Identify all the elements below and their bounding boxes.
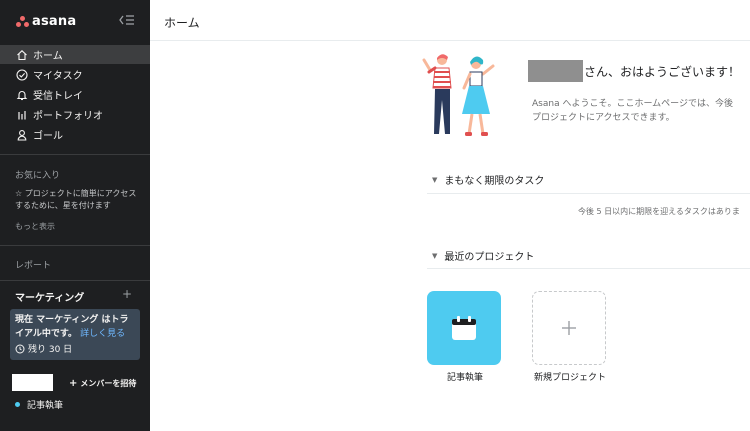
home-icon xyxy=(15,48,29,62)
collapse-sidebar-icon[interactable] xyxy=(118,12,136,28)
project-color-dot xyxy=(15,402,20,407)
new-project-tile[interactable] xyxy=(532,291,606,365)
bar-chart-icon xyxy=(15,108,29,122)
plus-icon xyxy=(560,319,578,341)
bell-icon xyxy=(15,88,29,102)
sidebar-item-label: ホーム xyxy=(33,51,63,62)
project-tile-label[interactable]: 記事執筆 xyxy=(447,370,483,383)
check-circle-icon xyxy=(15,68,29,82)
add-team-button[interactable]: + xyxy=(122,287,132,301)
plus-icon: + xyxy=(69,378,78,389)
sidebar-item-home[interactable]: ホーム xyxy=(0,45,150,64)
trial-banner: 現在 マーケティング はトライアル中です。 詳しく見る 残り 30 日 xyxy=(10,309,140,360)
upcoming-empty-message: 今後 5 日以内に期限を迎えるタスクはありま xyxy=(578,207,740,216)
redacted-username xyxy=(528,60,583,82)
recent-projects-title: 最近のプロジェクト xyxy=(444,252,535,263)
redacted-area xyxy=(12,374,53,391)
favorites-heading[interactable]: お気に入り xyxy=(15,168,60,181)
sidebar: asana ホーム マイタスク 受信トレイ ポートフォリオ ゴール お気に入り … xyxy=(0,0,150,431)
new-project-label[interactable]: 新規プロジェクト xyxy=(534,370,606,383)
welcome-message: Asana へようこそ。ここホームページでは、今後 プロジェクトにアクセスできま… xyxy=(532,97,733,125)
calendar-icon xyxy=(449,313,479,347)
welcome-illustration xyxy=(420,52,498,138)
sidebar-item-my-tasks[interactable]: マイタスク xyxy=(0,65,150,84)
upcoming-tasks-header[interactable]: ▼ まもなく期限のタスク xyxy=(432,172,545,188)
team-name[interactable]: マーケティング xyxy=(15,289,84,304)
sidebar-project-item[interactable]: 記事執筆 xyxy=(15,398,63,411)
project-tile[interactable] xyxy=(427,291,501,365)
sidebar-item-goals[interactable]: ゴール xyxy=(0,125,150,144)
invite-label: メンバーを招待 xyxy=(80,379,137,388)
clock-icon xyxy=(15,344,25,354)
welcome-line: Asana へようこそ。ここホームページでは、今後 xyxy=(532,99,733,109)
sidebar-item-inbox[interactable]: 受信トレイ xyxy=(0,85,150,104)
person-icon xyxy=(15,128,29,142)
trial-days-text: 残り 30 日 xyxy=(28,345,73,355)
invite-members-button[interactable]: + メンバーを招待 xyxy=(69,378,136,389)
favorites-hint: ☆ プロジェクトに簡単にアクセスするために、星を付けます xyxy=(15,189,137,210)
trial-days: 残り 30 日 xyxy=(15,342,72,355)
triangle-down-icon: ▼ xyxy=(432,251,438,260)
asana-logo-icon xyxy=(16,16,29,27)
reports-heading[interactable]: レポート xyxy=(15,258,51,271)
sidebar-divider xyxy=(0,154,150,155)
page-title: ホーム xyxy=(164,16,200,30)
sidebar-divider xyxy=(0,245,150,246)
sidebar-item-portfolios[interactable]: ポートフォリオ xyxy=(0,105,150,124)
sidebar-item-label: マイタスク xyxy=(33,71,83,82)
sidebar-divider xyxy=(0,280,150,281)
sidebar-item-label: ゴール xyxy=(33,131,63,142)
greeting-text: さん、おはようございます！ xyxy=(584,65,741,79)
sidebar-project-label: 記事執筆 xyxy=(27,401,64,411)
section-divider xyxy=(427,193,750,194)
sidebar-item-label: ポートフォリオ xyxy=(33,111,103,122)
sidebar-item-label: 受信トレイ xyxy=(33,91,83,102)
recent-projects-header[interactable]: ▼ 最近のプロジェクト xyxy=(432,248,535,264)
upcoming-tasks-title: まもなく期限のタスク xyxy=(444,176,545,187)
triangle-down-icon: ▼ xyxy=(432,175,438,184)
asana-logo[interactable]: asana xyxy=(16,14,76,29)
section-divider xyxy=(427,268,750,269)
welcome-line: プロジェクトにアクセスできます。 xyxy=(532,113,675,123)
learn-more-link[interactable]: 詳しく見る xyxy=(80,329,125,339)
logo-text: asana xyxy=(32,14,77,29)
show-more-link[interactable]: もっと表示 xyxy=(15,221,55,232)
header-divider xyxy=(150,40,750,41)
